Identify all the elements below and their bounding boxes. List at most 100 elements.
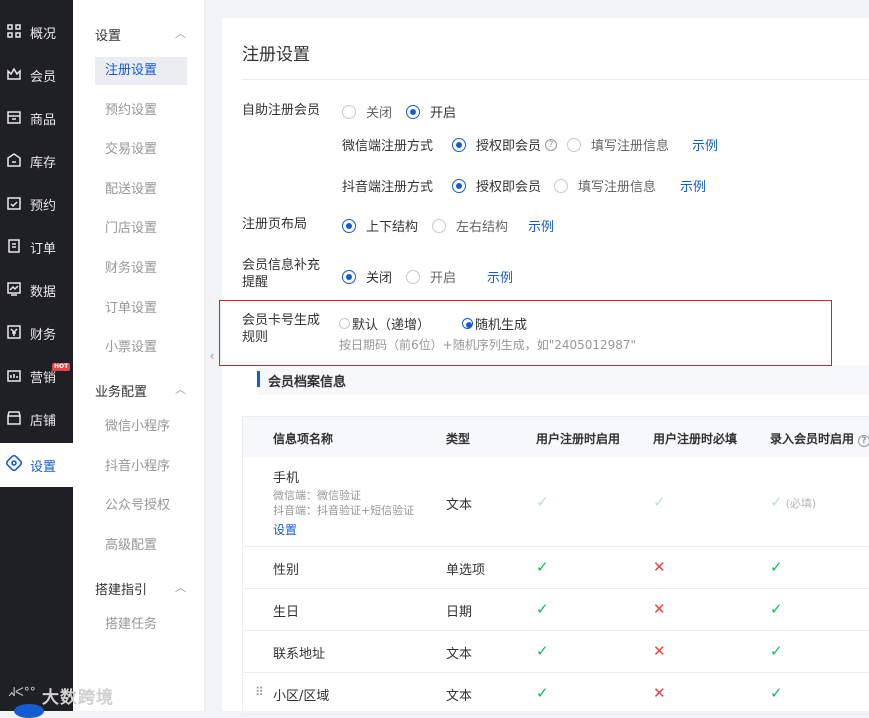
col-entry-enable-header: 录入会员时启用?	[770, 430, 869, 447]
section-title: 会员档案信息	[268, 375, 347, 390]
help-icon[interactable]: ?	[858, 435, 869, 447]
sub-item[interactable]: 注册设置	[95, 57, 187, 85]
nav-item-6[interactable]: 数据	[0, 269, 73, 312]
wechat-example-link[interactable]: 示例	[692, 135, 718, 154]
check-icon: ✓	[770, 600, 783, 618]
remind-on-radio[interactable]: 开启	[406, 267, 456, 286]
sub-group-business[interactable]: 业务配置 ︿	[95, 381, 186, 400]
nav-item-label: 商品	[30, 113, 57, 128]
field-name: 小区/区域	[273, 689, 330, 704]
douyin-example-link[interactable]: 示例	[680, 176, 706, 195]
self-register-off-radio[interactable]: 关闭	[342, 102, 392, 121]
sub-item[interactable]: 高级配置	[95, 532, 187, 560]
douyin-fill-radio[interactable]: 填写注册信息	[554, 176, 656, 195]
check-icon: ✓	[770, 684, 783, 702]
chart-icon	[6, 281, 30, 301]
nav-item-10[interactable]: 设置	[0, 443, 73, 487]
remind-off-radio[interactable]: 关闭	[342, 267, 392, 286]
field-type: 文本	[446, 498, 473, 513]
sub-group-guide[interactable]: 搭建指引 ︿	[95, 579, 186, 598]
sub-item[interactable]: 配送设置	[95, 176, 187, 204]
sub-item[interactable]: 小票设置	[95, 334, 187, 362]
calendar-check-icon	[6, 195, 30, 215]
check-icon: ✓	[770, 558, 783, 576]
nav-item-3[interactable]: 库存	[0, 140, 73, 183]
nav-item-label: 预约	[30, 199, 57, 214]
table-row: 手机 微信端：微信验证 抖音端：抖音验证+短信验证 设置 文本 ✓ ✓ ✓ (必填)	[243, 457, 869, 547]
store-icon	[6, 410, 30, 430]
sub-item[interactable]: 搭建任务	[95, 611, 187, 639]
sub-item[interactable]: 公众号授权	[95, 492, 187, 520]
col-reg-enable-header: 用户注册时启用	[536, 432, 621, 446]
nav-item-9[interactable]: 店铺	[0, 398, 73, 441]
field-type: 日期	[446, 605, 473, 620]
remind-label: 会员信息补充提醒	[242, 258, 321, 290]
field-name: 手机	[273, 471, 300, 486]
layout-example-link[interactable]: 示例	[528, 216, 554, 235]
cross-icon: ✕	[653, 600, 666, 618]
layout-horizontal-radio[interactable]: 左右结构	[432, 216, 508, 235]
nav-item-2[interactable]: 商品	[0, 97, 73, 140]
check-icon: ✓	[536, 558, 549, 576]
nav-item-7[interactable]: 财务	[0, 312, 73, 355]
sub-item[interactable]: 订单设置	[95, 295, 187, 323]
chevron-up-icon: ︿	[175, 383, 186, 396]
self-register-on-radio[interactable]: 开启	[406, 102, 456, 121]
nav-item-8[interactable]: 营销	[0, 355, 73, 398]
field-settings-link[interactable]: 设置	[273, 521, 297, 538]
sub-item[interactable]: 抖音小程序	[95, 453, 187, 481]
nav-item-0[interactable]: 概况	[0, 11, 73, 54]
nav-item-label: 店铺	[30, 414, 57, 429]
field-desc: 微信端：微信验证	[273, 489, 361, 502]
sub-group-label: 设置	[95, 29, 122, 44]
collapse-sidebar-icon[interactable]: ‹	[205, 344, 219, 368]
wechat-fill-radio[interactable]: 填写注册信息	[567, 135, 669, 154]
col-type-header: 类型	[446, 432, 471, 446]
highlight-box	[219, 300, 832, 366]
watermark: 大数跨境	[42, 688, 114, 708]
sub-item[interactable]: 财务设置	[95, 255, 187, 283]
nav-item-label: 订单	[30, 242, 57, 257]
check-icon: ✓	[770, 642, 783, 660]
nav-item-5[interactable]: 订单	[0, 226, 73, 269]
remind-example-link[interactable]: 示例	[487, 267, 513, 286]
field-name: 生日	[273, 605, 300, 620]
nav-item-4[interactable]: 预约	[0, 183, 73, 226]
help-bubble[interactable]	[14, 704, 44, 718]
cross-icon: ✕	[653, 642, 666, 660]
wechat-auth-radio[interactable]: 授权即会员?	[452, 135, 558, 154]
marketing-icon	[6, 367, 30, 387]
field-name: 性别	[273, 563, 300, 578]
cross-icon: ✕	[653, 684, 666, 702]
field-desc: 抖音端：抖音验证+短信验证	[273, 504, 415, 517]
douyin-auth-radio[interactable]: 授权即会员	[452, 176, 541, 195]
check-icon: ✓	[536, 684, 549, 702]
help-icon[interactable]: ?	[545, 138, 558, 151]
warehouse-icon	[6, 152, 30, 172]
nav-item-1[interactable]: 会员	[0, 54, 73, 97]
sub-item[interactable]: 门店设置	[95, 215, 187, 243]
sub-group-settings[interactable]: 设置 ︿	[95, 25, 186, 44]
required-note: (必填)	[785, 497, 817, 510]
drag-handle-icon[interactable]: ⠿	[255, 685, 264, 699]
sub-item[interactable]: 微信小程序	[95, 413, 187, 441]
grid-icon	[6, 23, 30, 43]
chevron-up-icon: ︿	[175, 27, 186, 40]
col-name-header: 信息项名称	[273, 432, 334, 446]
check-icon: ✓	[536, 493, 549, 511]
nav-item-label: 会员	[30, 70, 57, 85]
field-type: 文本	[446, 647, 473, 662]
field-type: 单选项	[446, 563, 486, 578]
nav-item-label: 设置	[30, 459, 57, 475]
nav-item-label: 财务	[30, 328, 57, 343]
layout-vertical-radio[interactable]: 上下结构	[342, 216, 418, 235]
check-icon: ✓ (必填)	[770, 493, 817, 511]
table-row: 性别 单选项 ✓ ✕ ✓	[243, 547, 869, 589]
sub-item[interactable]: 预约设置	[95, 97, 187, 125]
section-header: 会员档案信息	[257, 365, 869, 395]
layout-label: 注册页布局	[242, 217, 308, 232]
watermark-logo-icon: ᖽᐸ°°	[8, 685, 36, 699]
sub-item[interactable]: 交易设置	[95, 136, 187, 164]
settings-icon	[5, 454, 30, 475]
nav-item-label: 库存	[30, 156, 57, 171]
